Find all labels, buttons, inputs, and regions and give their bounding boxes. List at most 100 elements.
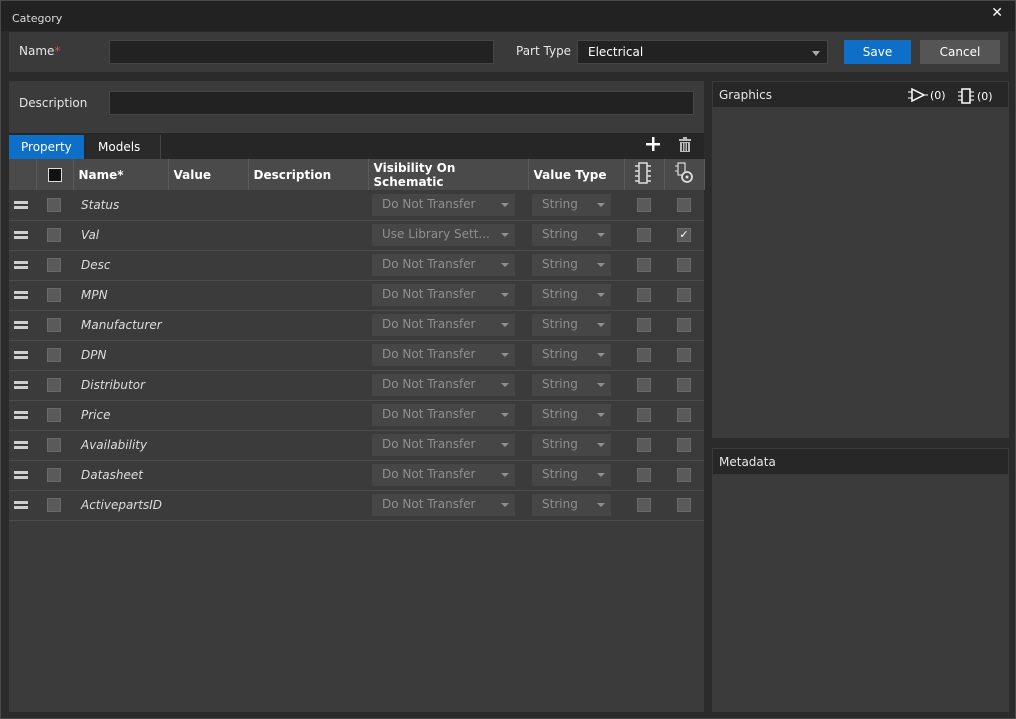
drag-handle-icon[interactable] bbox=[14, 411, 28, 419]
reset-checkbox[interactable] bbox=[677, 258, 691, 273]
description-input[interactable] bbox=[109, 91, 694, 115]
save-button[interactable]: Save bbox=[844, 40, 911, 64]
cancel-button[interactable]: Cancel bbox=[920, 40, 1000, 64]
visibility-dropdown[interactable]: Do Not Transfer bbox=[372, 254, 515, 276]
row-value[interactable] bbox=[168, 220, 248, 251]
drag-handle-icon[interactable] bbox=[14, 351, 28, 359]
row-description[interactable] bbox=[248, 430, 368, 461]
visibility-dropdown[interactable]: Do Not Transfer bbox=[372, 404, 515, 426]
table-row[interactable]: Status Do Not Transfer String bbox=[9, 190, 704, 221]
row-description[interactable] bbox=[248, 460, 368, 491]
row-select-checkbox[interactable] bbox=[47, 198, 61, 212]
row-description[interactable] bbox=[248, 220, 368, 251]
column-symbol[interactable] bbox=[624, 159, 665, 190]
value-type-dropdown[interactable]: String bbox=[532, 254, 611, 276]
symbol-checkbox[interactable] bbox=[637, 348, 651, 363]
drag-handle[interactable] bbox=[9, 340, 36, 371]
table-row[interactable]: Desc Do Not Transfer String bbox=[9, 250, 704, 281]
reset-checkbox[interactable]: ✓ bbox=[677, 228, 691, 243]
row-name[interactable]: Status bbox=[73, 190, 168, 221]
table-row[interactable]: Manufacturer Do Not Transfer String bbox=[9, 310, 704, 341]
row-description[interactable] bbox=[248, 490, 368, 521]
table-row[interactable]: ActivepartsID Do Not Transfer String bbox=[9, 490, 704, 521]
symbol-checkbox[interactable] bbox=[637, 408, 651, 423]
visibility-dropdown[interactable]: Do Not Transfer bbox=[372, 494, 515, 516]
drag-handle-icon[interactable] bbox=[14, 321, 28, 329]
column-value-type[interactable]: Value Type bbox=[528, 159, 625, 190]
symbol-checkbox[interactable] bbox=[637, 288, 651, 303]
drag-handle-icon[interactable] bbox=[14, 291, 28, 299]
row-name[interactable]: DPN bbox=[73, 340, 168, 371]
drag-handle-icon[interactable] bbox=[14, 381, 28, 389]
reset-checkbox[interactable] bbox=[677, 438, 691, 453]
value-type-dropdown[interactable]: String bbox=[532, 314, 611, 336]
reset-checkbox[interactable] bbox=[677, 408, 691, 423]
table-row[interactable]: Availability Do Not Transfer String bbox=[9, 430, 704, 461]
row-value[interactable] bbox=[168, 460, 248, 491]
value-type-dropdown[interactable]: String bbox=[532, 404, 611, 426]
symbol-checkbox[interactable] bbox=[637, 378, 651, 393]
drag-handle[interactable] bbox=[9, 460, 36, 491]
row-select-checkbox[interactable] bbox=[47, 438, 61, 453]
row-name[interactable]: ActivepartsID bbox=[73, 490, 168, 521]
row-description[interactable] bbox=[248, 340, 368, 371]
row-name[interactable]: Desc bbox=[73, 250, 168, 281]
table-row[interactable]: Val Use Library Sett... String ✓ bbox=[9, 220, 704, 251]
plus-icon[interactable] bbox=[646, 137, 660, 154]
value-type-dropdown[interactable]: String bbox=[532, 464, 611, 486]
drag-handle-icon[interactable] bbox=[14, 471, 28, 479]
visibility-dropdown[interactable]: Do Not Transfer bbox=[372, 434, 515, 456]
table-row[interactable]: Distributor Do Not Transfer String bbox=[9, 370, 704, 401]
row-name[interactable]: Manufacturer bbox=[73, 310, 168, 341]
row-value[interactable] bbox=[168, 340, 248, 371]
column-visibility[interactable]: Visibility On Schematic bbox=[368, 159, 529, 190]
symbol-count[interactable]: (0) bbox=[908, 88, 946, 102]
value-type-dropdown[interactable]: String bbox=[532, 494, 611, 516]
column-description[interactable]: Description bbox=[248, 159, 369, 190]
drag-handle[interactable] bbox=[9, 220, 36, 251]
reset-checkbox[interactable] bbox=[677, 288, 691, 303]
row-select-checkbox[interactable] bbox=[47, 348, 61, 363]
row-select-checkbox[interactable] bbox=[47, 468, 61, 483]
column-value[interactable]: Value bbox=[168, 159, 249, 190]
drag-handle[interactable] bbox=[9, 490, 36, 521]
row-value[interactable] bbox=[168, 400, 248, 431]
drag-handle-icon[interactable] bbox=[14, 261, 28, 269]
drag-handle[interactable] bbox=[9, 400, 36, 431]
tab-property[interactable]: Property bbox=[9, 135, 84, 159]
close-icon[interactable]: ✕ bbox=[991, 5, 1003, 21]
drag-handle[interactable] bbox=[9, 430, 36, 461]
reset-checkbox[interactable] bbox=[677, 468, 691, 483]
drag-handle-icon[interactable] bbox=[14, 441, 28, 449]
trash-icon[interactable] bbox=[678, 137, 692, 155]
drag-handle[interactable] bbox=[9, 310, 36, 341]
reset-checkbox[interactable] bbox=[677, 318, 691, 333]
footprint-count[interactable]: (0) bbox=[957, 88, 993, 104]
symbol-checkbox[interactable] bbox=[637, 198, 651, 212]
row-select-checkbox[interactable] bbox=[47, 258, 61, 273]
row-select-checkbox[interactable] bbox=[47, 378, 61, 393]
row-select-checkbox[interactable] bbox=[47, 408, 61, 423]
column-reset[interactable] bbox=[664, 159, 705, 190]
row-description[interactable] bbox=[248, 400, 368, 431]
row-description[interactable] bbox=[248, 310, 368, 341]
symbol-checkbox[interactable] bbox=[637, 498, 651, 513]
drag-handle-icon[interactable] bbox=[14, 501, 28, 509]
symbol-checkbox[interactable] bbox=[637, 258, 651, 273]
row-description[interactable] bbox=[248, 370, 368, 401]
reset-checkbox[interactable] bbox=[677, 198, 691, 212]
row-name[interactable]: Distributor bbox=[73, 370, 168, 401]
value-type-dropdown[interactable]: String bbox=[532, 344, 611, 366]
row-name[interactable]: MPN bbox=[73, 280, 168, 311]
value-type-dropdown[interactable]: String bbox=[532, 224, 611, 246]
row-value[interactable] bbox=[168, 370, 248, 401]
drag-handle[interactable] bbox=[9, 190, 36, 221]
symbol-checkbox[interactable] bbox=[637, 468, 651, 483]
row-value[interactable] bbox=[168, 250, 248, 281]
row-select-checkbox[interactable] bbox=[47, 288, 61, 303]
visibility-dropdown[interactable]: Do Not Transfer bbox=[372, 193, 515, 216]
value-type-dropdown[interactable]: String bbox=[532, 434, 611, 456]
visibility-dropdown[interactable]: Do Not Transfer bbox=[372, 284, 515, 306]
symbol-checkbox[interactable] bbox=[637, 438, 651, 453]
visibility-dropdown[interactable]: Do Not Transfer bbox=[372, 464, 515, 486]
